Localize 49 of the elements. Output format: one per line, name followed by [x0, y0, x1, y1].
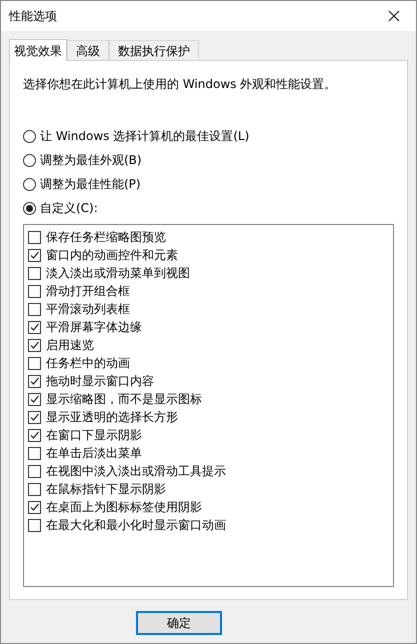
close-icon[interactable]: [388, 10, 400, 22]
option-label: 滑动打开组合框: [46, 283, 130, 300]
checkbox[interactable]: [28, 518, 41, 532]
checkbox[interactable]: [28, 482, 41, 496]
checkbox[interactable]: [28, 428, 41, 442]
option-label: 在最大化和最小化时显示窗口动画: [46, 517, 226, 534]
checkbox[interactable]: [28, 266, 41, 280]
checkbox[interactable]: [28, 374, 41, 388]
checkbox[interactable]: [28, 410, 41, 424]
tab[interactable]: 高级: [67, 40, 109, 60]
option-label: 平滑滚动列表框: [46, 301, 130, 318]
tab[interactable]: 视觉效果: [9, 39, 67, 61]
checkbox[interactable]: [28, 392, 41, 406]
radio-label: 调整为最佳外观(B): [40, 152, 142, 169]
option-label: 在桌面上为图标标签使用阴影: [46, 499, 202, 516]
checkbox[interactable]: [28, 356, 41, 370]
radio-label: 让 Windows 选择计算机的最佳设置(L): [40, 128, 250, 145]
checkbox[interactable]: [28, 500, 41, 514]
radio-button[interactable]: [23, 202, 36, 214]
radio-button[interactable]: [23, 178, 36, 190]
option-label: 平滑屏幕字体边缘: [46, 319, 142, 336]
option-label: 窗口内的动画控件和元素: [46, 247, 178, 264]
option-label: 显示缩略图，而不是显示图标: [46, 391, 202, 408]
option-label: 淡入淡出或滑动菜单到视图: [46, 265, 190, 282]
radio-button[interactable]: [23, 130, 36, 142]
checkbox[interactable]: [28, 284, 41, 298]
checkbox[interactable]: [28, 464, 41, 478]
checkbox[interactable]: [28, 230, 41, 244]
checkbox[interactable]: [28, 320, 41, 334]
checkbox[interactable]: [28, 302, 41, 316]
option-label: 保存任务栏缩略图预览: [46, 229, 166, 246]
radio-label: 自定义(C):: [40, 200, 98, 217]
option-label: 启用速览: [46, 337, 94, 354]
ok-button[interactable]: 确定: [136, 611, 222, 635]
option-label: 拖动时显示窗口内容: [46, 373, 154, 390]
radio-label: 调整为最佳性能(P): [40, 176, 141, 193]
option-label: 在窗口下显示阴影: [46, 427, 142, 444]
option-label: 显示亚透明的选择长方形: [46, 409, 178, 426]
option-label: 任务栏中的动画: [46, 355, 130, 372]
radio-button[interactable]: [23, 154, 36, 166]
checkbox[interactable]: [28, 248, 41, 262]
checkbox[interactable]: [28, 338, 41, 352]
window-title: 性能选项: [9, 8, 57, 25]
option-label: 在单击后淡出菜单: [46, 445, 142, 462]
option-label: 在鼠标指针下显示阴影: [46, 481, 166, 498]
description-text: 选择你想在此计算机上使用的 Windows 外观和性能设置。: [23, 76, 338, 93]
tab[interactable]: 数据执行保护: [109, 40, 199, 60]
option-label: 在视图中淡入淡出或滑动工具提示: [46, 463, 226, 480]
checkbox[interactable]: [28, 446, 41, 460]
